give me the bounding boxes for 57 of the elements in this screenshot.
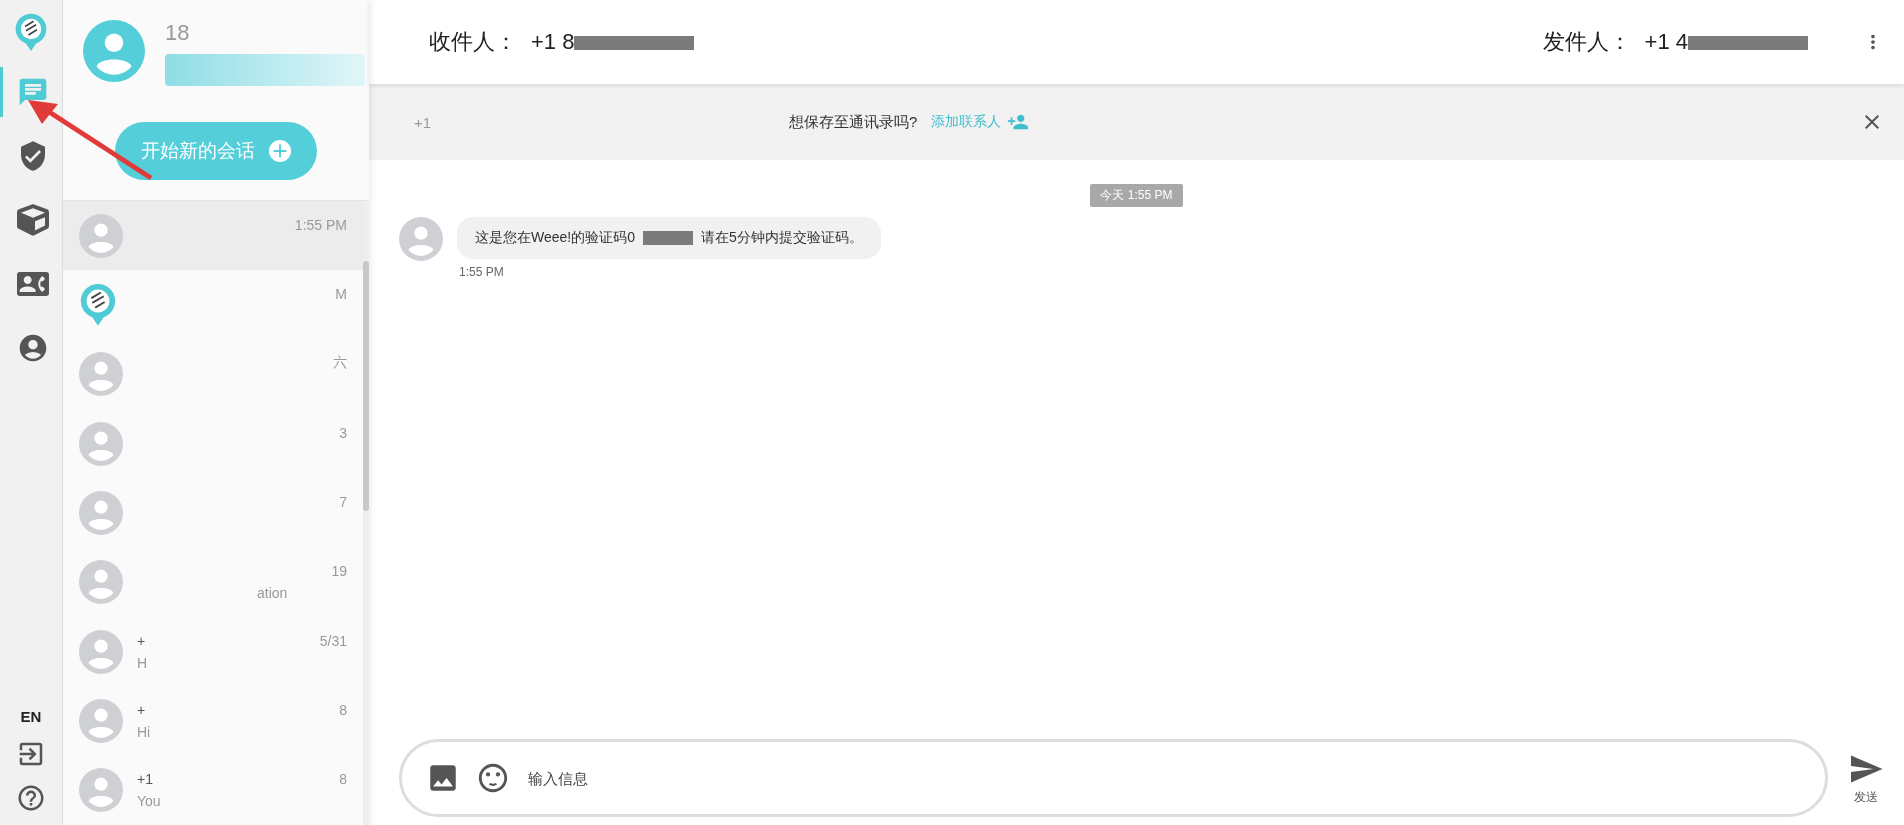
conversation-time: 8 xyxy=(339,771,347,788)
message-bubble: 这是您在Weee!的验证码0 请在5分钟内提交验证码。 xyxy=(457,217,881,259)
contact-name: + xyxy=(137,701,146,718)
message-preview: Hi xyxy=(137,723,152,740)
conversation-item[interactable]: M xyxy=(63,270,363,340)
conversation-time: 8 xyxy=(339,701,347,718)
send-button[interactable]: 发送 xyxy=(1842,749,1890,807)
sender-label: 发件人： xyxy=(1542,28,1631,56)
language-label: EN xyxy=(20,708,42,725)
message-time: 1:55 PM xyxy=(459,265,505,279)
help-icon[interactable] xyxy=(16,783,46,813)
emoji-icon[interactable] xyxy=(476,761,510,795)
logo-icon xyxy=(79,282,117,328)
avatar-icon xyxy=(79,213,123,258)
avatar-icon xyxy=(79,629,123,674)
scrollbar-thumb[interactable] xyxy=(363,261,369,511)
profile-name: 18 xyxy=(165,20,191,46)
message-preview: H xyxy=(137,654,149,671)
save-contact-question: 想保存至通讯录吗? xyxy=(789,112,918,132)
conversation-item[interactable]: + 8 Hi xyxy=(63,686,363,756)
conversation-time: 19 xyxy=(331,563,347,580)
contact-name: + xyxy=(137,632,146,649)
conversation-item[interactable]: + 5/31 H xyxy=(63,616,363,687)
conversation-time: 1:55 PM xyxy=(294,216,347,233)
add-contact-link[interactable]: 添加联系人 xyxy=(931,111,1030,133)
conversation-time: 3 xyxy=(339,424,347,441)
avatar-icon xyxy=(79,421,123,466)
conversation-item[interactable]: 1:55 PM xyxy=(63,201,363,271)
avatar-icon xyxy=(79,352,123,397)
logo-icon xyxy=(14,12,48,53)
date-chip: 今天 1:55 PM xyxy=(1090,184,1183,207)
message-preview: ation xyxy=(256,585,289,602)
conversation-time: 5/31 xyxy=(319,632,347,649)
message-preview: You xyxy=(137,793,162,810)
conversation-item[interactable]: 19 ation xyxy=(63,547,363,617)
avatar-icon xyxy=(79,490,123,535)
avatar-icon xyxy=(79,768,123,813)
contact-name: +1 xyxy=(137,771,153,788)
conversation-item[interactable]: 7 xyxy=(63,478,363,548)
conversation-item[interactable]: +1 8 You xyxy=(63,755,363,825)
banner-number: +1 xyxy=(414,113,432,131)
sender-number: +1 4 xyxy=(1644,29,1808,55)
conversation-time: 7 xyxy=(339,493,347,510)
avatar-icon xyxy=(399,217,443,261)
recipient-label: 收件人： xyxy=(429,28,517,56)
avatar-icon xyxy=(79,698,123,743)
conversation-item[interactable]: 六 xyxy=(63,339,363,409)
avatar-icon xyxy=(83,20,145,82)
conversation-time: M xyxy=(335,286,347,302)
plus-icon xyxy=(269,140,291,162)
avatar-icon xyxy=(79,560,123,605)
conversation-time: 六 xyxy=(333,354,347,373)
message-input[interactable]: 输入信息 xyxy=(526,768,1801,788)
box-icon xyxy=(16,203,49,236)
new-conversation-button[interactable]: 开始新的会话 xyxy=(115,122,317,180)
recipient-number: +1 8 xyxy=(531,29,695,55)
conversation-item[interactable]: 3 xyxy=(63,409,363,479)
